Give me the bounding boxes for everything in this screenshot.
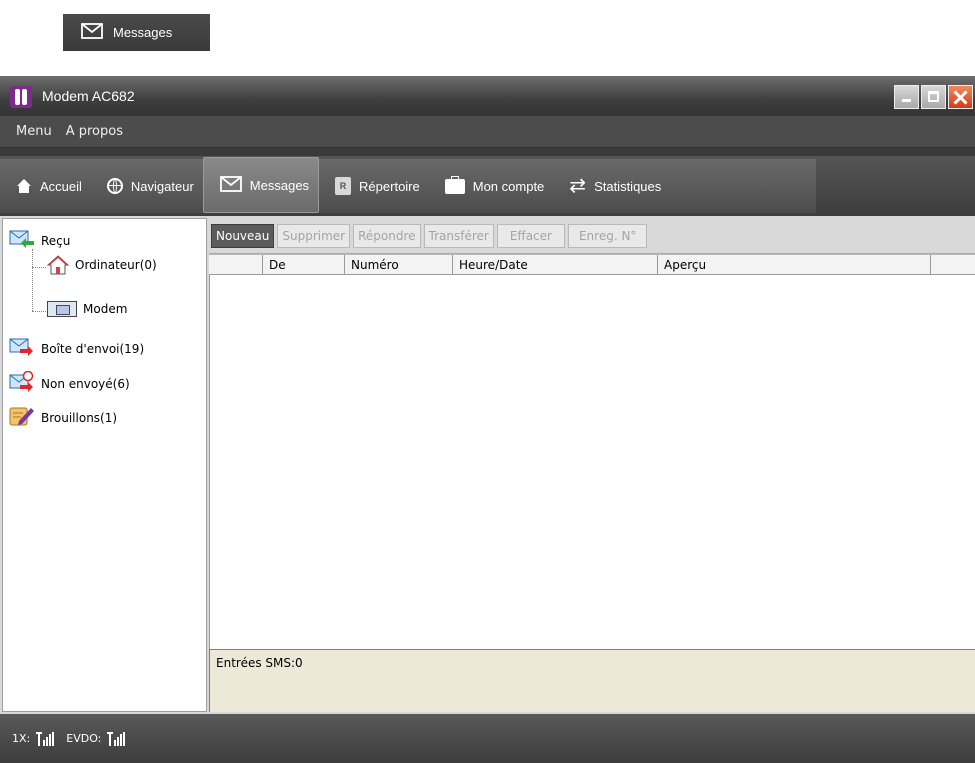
toolbar-item-mon-compte[interactable]: Mon compte <box>429 159 554 213</box>
toolbar-item-navigateur[interactable]: Navigateur <box>91 159 203 213</box>
column-header-select[interactable] <box>209 255 263 275</box>
sidebar-item-brouillons[interactable]: Brouillons(1) <box>9 405 117 430</box>
toolbar-label-repertoire: Répertoire <box>359 178 420 194</box>
maximize-button[interactable] <box>921 85 946 109</box>
sidebar-item-boite-envoi[interactable]: Boîte d'envoi(19) <box>9 337 144 360</box>
repondre-button[interactable]: Répondre <box>353 223 421 248</box>
toolbar-item-messages[interactable]: Messages <box>202 157 320 213</box>
toolbar-item-accueil[interactable]: Accueil <box>0 159 91 213</box>
app-logo-icon <box>10 86 32 108</box>
sidebar-label-modem: Modem <box>83 302 128 316</box>
address-book-icon: R <box>335 177 352 195</box>
title-bar[interactable]: Modem AC682 <box>0 76 975 116</box>
sidebar-label-recu: Reçu <box>41 233 71 248</box>
signal-evdo-icon <box>107 731 126 746</box>
toolbar-label-mon-compte: Mon compte <box>472 178 545 194</box>
folder-tree: Reçu Ordinateur(0) Modem Boîte d'envoi(1… <box>2 218 207 712</box>
column-header-numero[interactable]: Numéro <box>345 255 453 275</box>
column-header-apercu[interactable]: Aperçu <box>658 255 931 275</box>
window-title: Modem AC682 <box>42 88 135 104</box>
tree-connector <box>32 311 46 312</box>
content-area: Reçu Ordinateur(0) Modem Boîte d'envoi(1… <box>0 216 975 714</box>
messages-tooltip-label: Messages <box>113 25 173 40</box>
supprimer-button[interactable]: Supprimer <box>277 223 351 248</box>
sidebar-label-ordinateur: Ordinateur(0) <box>75 258 157 272</box>
status-label-evdo: EVDO: <box>66 732 102 745</box>
inbox-icon <box>9 229 35 252</box>
toolbar-label-accueil: Accueil <box>40 178 82 194</box>
enreg-numero-button[interactable]: Enreg. N° <box>567 223 648 248</box>
status-bar: 1X: EVDO: <box>0 714 975 763</box>
column-header-de[interactable]: De <box>263 255 345 275</box>
house-icon <box>46 255 70 275</box>
globe-icon <box>106 178 123 194</box>
envelope-icon <box>219 175 242 195</box>
menu-item-apropos[interactable]: A propos <box>66 124 123 139</box>
drafts-icon <box>9 405 35 430</box>
toolbar-label-statistiques: Statistiques <box>594 178 662 194</box>
close-button[interactable] <box>948 85 973 109</box>
message-preview-pane: Entrées SMS:0 <box>209 649 975 712</box>
envelope-icon <box>81 23 103 42</box>
toolbar-label-messages: Messages <box>249 177 310 193</box>
column-header-heure-date[interactable]: Heure/Date <box>453 255 658 275</box>
arrows-icon: ⇄ <box>569 175 587 197</box>
menu-bar: Menu A propos <box>0 116 975 148</box>
app-window: Modem AC682 Menu A propos Accueil Naviga… <box>0 76 975 763</box>
sidebar-item-recu[interactable]: Reçu <box>9 229 70 252</box>
status-label-1x: 1X: <box>12 732 31 745</box>
unsent-icon <box>9 370 35 396</box>
sidebar-label-brouillons: Brouillons(1) <box>41 410 118 425</box>
briefcase-icon <box>444 175 465 194</box>
tree-connector <box>32 267 46 268</box>
message-panel: Nouveau Supprimer Répondre Transférer Ef… <box>209 218 975 712</box>
toolbar-strip: Accueil Navigateur Messages R Répertoire… <box>0 157 816 213</box>
sidebar-item-non-envoye[interactable]: Non envoyé(6) <box>9 370 130 396</box>
sidebar-item-ordinateur[interactable]: Ordinateur(0) <box>46 255 157 275</box>
message-list[interactable] <box>209 275 975 649</box>
menu-item-menu[interactable]: Menu <box>16 124 52 139</box>
column-header-extra[interactable] <box>931 255 975 275</box>
sidebar-label-boite-envoi: Boîte d'envoi(19) <box>41 341 145 356</box>
modem-icon <box>47 301 77 317</box>
signal-1x-icon <box>36 731 55 746</box>
toolbar-label-navigateur: Navigateur <box>130 178 194 194</box>
minimize-button[interactable] <box>894 85 919 109</box>
sidebar-label-non-envoye: Non envoyé(6) <box>41 376 130 391</box>
window-controls <box>894 85 973 109</box>
toolbar-item-repertoire[interactable]: R Répertoire <box>319 159 429 213</box>
main-toolbar: Accueil Navigateur Messages R Répertoire… <box>0 156 975 216</box>
effacer-button[interactable]: Effacer <box>496 223 565 248</box>
tree-connector <box>32 249 33 311</box>
action-bar: Nouveau Supprimer Répondre Transférer Ef… <box>209 218 975 254</box>
toolbar-item-statistiques[interactable]: ⇄ Statistiques <box>553 159 670 213</box>
home-icon <box>16 178 32 194</box>
table-header: De Numéro Heure/Date Aperçu <box>209 254 975 275</box>
nouveau-button[interactable]: Nouveau <box>211 223 275 248</box>
transferer-button[interactable]: Transférer <box>423 223 494 248</box>
sms-count-text: Entrées SMS:0 <box>216 656 303 670</box>
outbox-icon <box>9 337 35 360</box>
sidebar-item-modem[interactable]: Modem <box>47 301 127 317</box>
messages-tooltip[interactable]: Messages <box>63 14 210 51</box>
